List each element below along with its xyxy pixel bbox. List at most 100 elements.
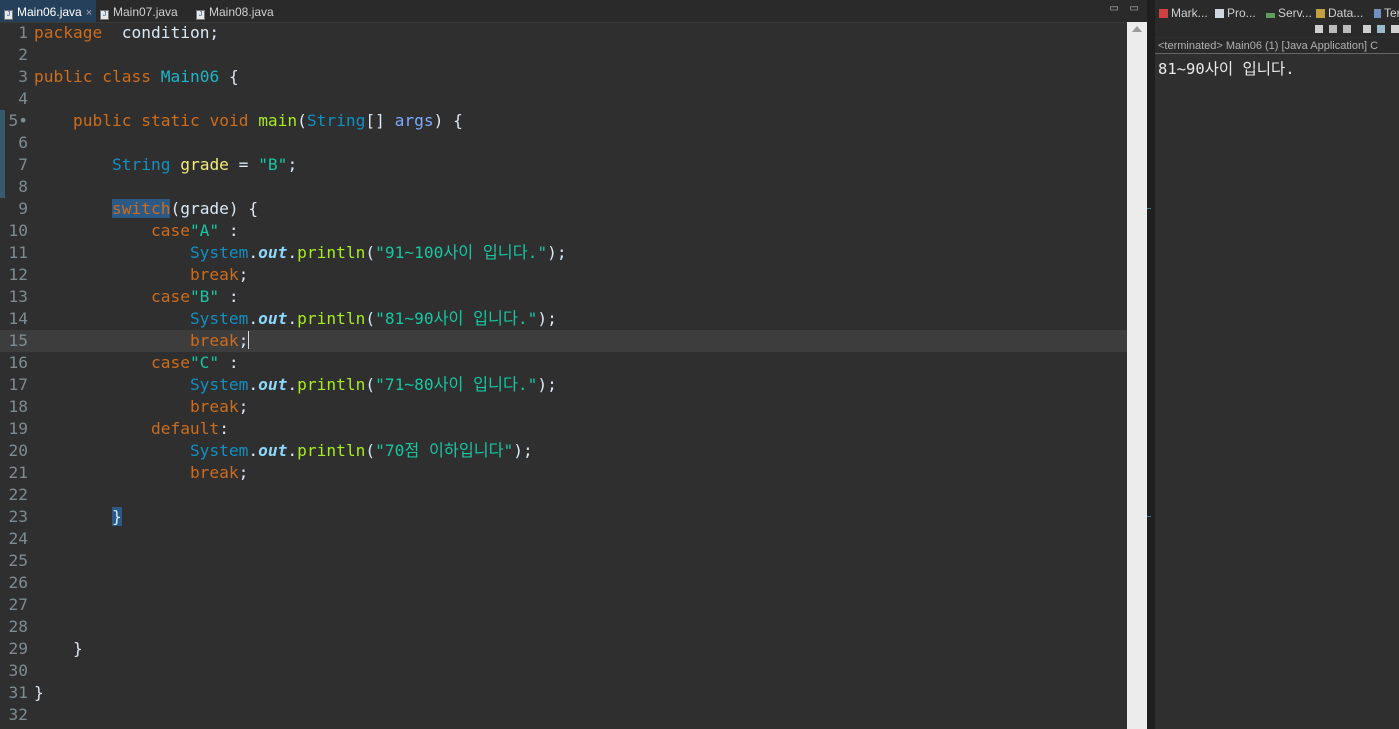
code-line[interactable]: 7 String grade = "B"; bbox=[0, 154, 1127, 176]
code-token: case bbox=[150, 353, 190, 372]
code-editor[interactable]: J Main06.java × J Main07.java J Main08.java … bbox=[0, 0, 1147, 729]
console-status: <terminated> Main06 (1) [Java Applicatio… bbox=[1155, 38, 1399, 54]
console-menu-icon[interactable] bbox=[1391, 25, 1399, 33]
console-toolbar bbox=[1155, 22, 1399, 37]
code-line[interactable]: 31} bbox=[0, 682, 1127, 704]
code-token: } bbox=[34, 639, 83, 658]
tab-properties[interactable]: Pro... bbox=[1215, 0, 1256, 22]
code-line[interactable]: 18 break; bbox=[0, 396, 1127, 418]
code-line[interactable]: 10 case"A" : bbox=[0, 220, 1127, 242]
code-token: switch bbox=[111, 199, 171, 218]
code-line[interactable]: 9 switch(grade) { bbox=[0, 198, 1127, 220]
code-line[interactable]: 26 bbox=[0, 572, 1127, 594]
line-number: 25 bbox=[8, 551, 29, 570]
tab-label: Main07.java bbox=[113, 5, 178, 19]
code-line[interactable]: 6 bbox=[0, 132, 1127, 154]
tab-main08[interactable]: J Main08.java bbox=[192, 0, 274, 22]
code-line[interactable]: 28 bbox=[0, 616, 1127, 638]
code-area[interactable]: 1 package condition; 2 3 public class Main06… bbox=[0, 22, 1127, 729]
code-line[interactable]: 13 case"B" : bbox=[0, 286, 1127, 308]
code-line[interactable]: 5• public static void main(String[] args… bbox=[0, 110, 1127, 132]
vertical-scrollbar[interactable] bbox=[1127, 22, 1147, 729]
code-line[interactable]: 2 bbox=[0, 44, 1127, 66]
code-line[interactable]: 16 case"C" : bbox=[0, 352, 1127, 374]
code-token: ( bbox=[365, 309, 376, 328]
code-token: break bbox=[189, 331, 239, 350]
code-line[interactable]: 20 System.out.println("70점 이하입니다"); bbox=[0, 440, 1127, 462]
code-line[interactable]: 22 bbox=[0, 484, 1127, 506]
code-line[interactable]: 30 bbox=[0, 660, 1127, 682]
code-line[interactable]: 29 } bbox=[0, 638, 1127, 660]
pin-console-icon[interactable] bbox=[1363, 25, 1371, 33]
java-file-icon: J bbox=[4, 10, 13, 20]
line-text: String grade = "B"; bbox=[34, 154, 297, 176]
code-token: . bbox=[287, 375, 298, 394]
code-line[interactable]: 17 System.out.println("71~80사이 입니다."); bbox=[0, 374, 1127, 396]
code-line[interactable]: 3 public class Main06 { bbox=[0, 66, 1127, 88]
panel-sash[interactable] bbox=[1147, 0, 1155, 729]
code-line[interactable]: 21 break; bbox=[0, 462, 1127, 484]
code-line[interactable]: 12 break; bbox=[0, 264, 1127, 286]
code-line[interactable]: 32 bbox=[0, 704, 1127, 726]
line-number: 9 bbox=[18, 199, 28, 218]
line-number: 29 bbox=[8, 639, 29, 658]
code-line[interactable]: 25 bbox=[0, 550, 1127, 572]
code-token: package bbox=[34, 23, 103, 42]
code-token: System bbox=[189, 375, 249, 394]
code-token: . bbox=[248, 441, 259, 460]
code-token: . bbox=[287, 441, 298, 460]
code-line[interactable]: 27 bbox=[0, 594, 1127, 616]
line-number: 5• bbox=[8, 111, 29, 130]
code-line[interactable]: 24 bbox=[0, 528, 1127, 550]
code-token: ); bbox=[537, 375, 557, 394]
close-icon[interactable]: × bbox=[86, 7, 92, 19]
tab-data-source[interactable]: Data... bbox=[1316, 0, 1363, 22]
line-number: 8 bbox=[18, 177, 28, 196]
code-token: . bbox=[287, 309, 298, 328]
line-text: switch(grade) { bbox=[34, 198, 258, 220]
code-line[interactable]: 23 } bbox=[0, 506, 1127, 528]
line-number: 24 bbox=[8, 529, 29, 548]
code-line[interactable]: 19 default: bbox=[0, 418, 1127, 440]
tab-main06[interactable]: J Main06.java × bbox=[0, 0, 96, 22]
text-caret bbox=[248, 331, 250, 349]
code-line[interactable]: 15 break; bbox=[0, 330, 1127, 352]
stop-icon[interactable] bbox=[1315, 25, 1323, 33]
scroll-up-icon[interactable] bbox=[1132, 26, 1142, 32]
tab-label: Main08.java bbox=[209, 5, 274, 19]
code-token: ; bbox=[238, 265, 249, 284]
code-line[interactable]: 4 bbox=[0, 88, 1127, 110]
code-token: "B" bbox=[189, 287, 220, 306]
display-console-icon[interactable] bbox=[1377, 25, 1385, 33]
code-token: ); bbox=[547, 243, 567, 262]
code-line[interactable]: 8 bbox=[0, 176, 1127, 198]
tab-terminal[interactable]: Ter bbox=[1374, 0, 1399, 22]
line-number: 17 bbox=[8, 375, 29, 394]
line-text: case"A" : bbox=[34, 220, 239, 242]
remove-all-icon[interactable] bbox=[1343, 25, 1351, 33]
line-number: 11 bbox=[8, 243, 29, 262]
code-token: ) { bbox=[433, 111, 463, 130]
remove-launch-icon[interactable] bbox=[1329, 25, 1337, 33]
tab-main07[interactable]: J Main07.java bbox=[96, 0, 178, 22]
code-line[interactable]: 1 package condition; bbox=[0, 22, 1127, 44]
line-text: } bbox=[34, 682, 44, 704]
tab-markers[interactable]: Mark... bbox=[1159, 0, 1208, 22]
line-text: break; bbox=[34, 396, 248, 418]
code-token: : bbox=[219, 419, 229, 438]
tab-label: Main06.java bbox=[17, 5, 82, 19]
terminal-icon bbox=[1374, 9, 1381, 18]
line-text: System.out.println("70점 이하입니다"); bbox=[34, 440, 533, 462]
line-text: System.out.println("71~80사이 입니다."); bbox=[34, 374, 557, 396]
code-line[interactable]: 11 System.out.println("91~100사이 입니다."); bbox=[0, 242, 1127, 264]
minimize-maximize-icon[interactable]: ▭ ▭ bbox=[1109, 3, 1143, 14]
code-line[interactable]: 14 System.out.println("81~90사이 입니다."); bbox=[0, 308, 1127, 330]
tab-servers[interactable]: Serv... bbox=[1266, 0, 1312, 22]
